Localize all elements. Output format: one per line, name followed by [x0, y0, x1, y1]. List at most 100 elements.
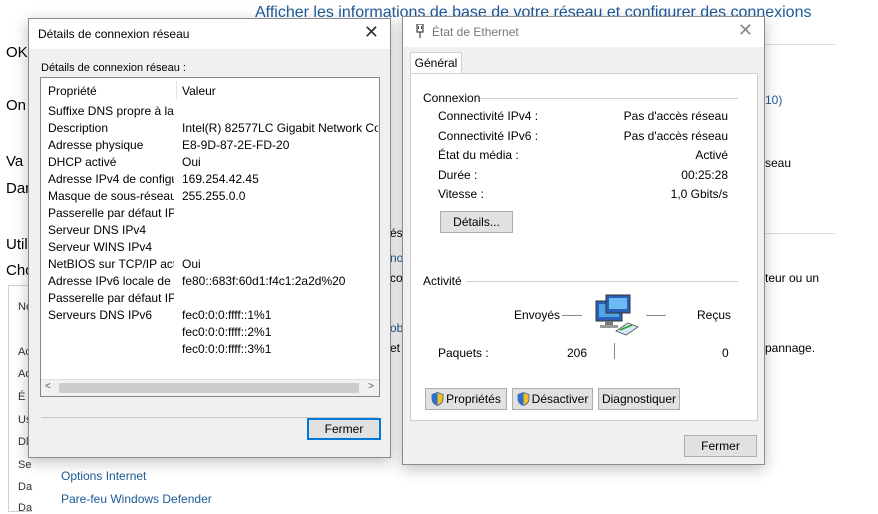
listview-row[interactable]: fec0:0:0:ffff::3%1: [41, 342, 378, 359]
listview-row[interactable]: Serveurs DNS IPv6 fec0:0:0:ffff::1%1: [41, 308, 378, 325]
row-property: Adresse IPv6 locale de li...: [48, 274, 174, 288]
sent-label: Envoyés: [514, 308, 561, 322]
listview-row[interactable]: Passerelle par défaut IPv4: [41, 206, 378, 223]
listview-row[interactable]: Passerelle par défaut IPv6: [41, 291, 378, 308]
row-value: Intel(R) 82577LC Gigabit Network Connec: [182, 121, 378, 135]
group-label: Détails de connexion réseau :: [41, 62, 186, 74]
side-text: Dar: [6, 180, 31, 197]
row-property: Serveurs DNS IPv6: [48, 308, 153, 322]
disable-button[interactable]: Désactiver: [512, 388, 593, 410]
partial-link[interactable]: 10): [765, 93, 782, 107]
row-value: E8-9D-87-2E-FD-20: [182, 138, 290, 152]
row-value: fec0:0:0:ffff::2%1: [182, 325, 272, 339]
ipv6-label: Connectivité IPv6 :: [438, 129, 539, 143]
horizontal-scrollbar[interactable]: < >: [41, 379, 379, 396]
group-divider: [466, 281, 738, 282]
side-text: On: [6, 97, 27, 114]
packets-received-value: 0: [722, 346, 729, 360]
uac-shield-icon: [517, 392, 530, 406]
activity-group-label: Activité: [423, 274, 462, 288]
listview-row[interactable]: DHCP activé Oui: [41, 155, 378, 172]
column-header-value[interactable]: Valeur: [182, 84, 216, 98]
partial-text: seau: [765, 156, 792, 170]
received-label: Reçus: [697, 308, 732, 322]
firewall-link[interactable]: Pare-feu Windows Defender: [61, 492, 212, 506]
side-text: OK: [6, 44, 28, 61]
listview-row[interactable]: Description Intel(R) 82577LC Gigabit Netw…: [41, 121, 378, 138]
scrollbar-thumb[interactable]: [59, 383, 359, 393]
properties-button[interactable]: Propriétés: [425, 388, 507, 410]
side-list-item: Da: [18, 502, 33, 514]
network-computers-icon: [594, 293, 642, 342]
close-icon[interactable]: ✕: [738, 21, 753, 39]
details-button[interactable]: Détails...: [440, 211, 513, 233]
row-property: Description: [48, 121, 109, 135]
divider: [765, 44, 835, 45]
disable-label: Désactiver: [531, 392, 589, 406]
row-property: Passerelle par défaut IPv4: [48, 206, 174, 220]
side-text: Va: [6, 153, 24, 170]
scroll-right-icon[interactable]: >: [368, 381, 374, 392]
row-property: Serveur DNS IPv4: [48, 223, 147, 237]
received-line: [646, 315, 666, 316]
side-list-item: Dl: [18, 436, 29, 448]
row-value: fe80::683f:60d1:f4c1:2a2d%20: [182, 274, 346, 288]
packets-divider: [614, 343, 615, 359]
divider: [765, 233, 835, 234]
column-header-property[interactable]: Propriété: [48, 84, 97, 98]
listview-row[interactable]: Adresse IPv4 de configu... 169.254.42.45: [41, 172, 378, 189]
listview-row[interactable]: Serveur WINS IPv4: [41, 240, 378, 257]
column-divider[interactable]: [176, 81, 177, 99]
speed-value: 1,0 Gbits/s: [670, 187, 728, 201]
details-listview[interactable]: Propriété Valeur Suffixe DNS propre à la…: [40, 77, 380, 397]
ipv4-value: Pas d'accès réseau: [623, 109, 728, 123]
listview-row[interactable]: Adresse IPv6 locale de li... fe80::683f:6…: [41, 274, 378, 291]
connection-group-label: Connexion: [423, 91, 481, 105]
packets-label: Paquets :: [438, 346, 489, 360]
scroll-left-icon[interactable]: <: [45, 381, 51, 392]
listview-row[interactable]: Suffixe DNS propre à la ...: [41, 104, 378, 121]
sent-line: [562, 315, 582, 316]
row-value: 169.254.42.45: [182, 172, 259, 186]
window-title: Détails de connexion réseau: [38, 27, 190, 41]
internet-options-link[interactable]: Options Internet: [61, 469, 146, 483]
row-value: Oui: [182, 257, 201, 271]
row-property: Masque de sous-réseau ...: [48, 189, 174, 203]
row-value: Oui: [182, 155, 201, 169]
media-state-value: Activé: [695, 148, 728, 162]
group-divider: [480, 98, 738, 99]
listview-row[interactable]: fec0:0:0:ffff::2%1: [41, 325, 378, 342]
close-button[interactable]: Fermer: [684, 435, 757, 457]
listview-row[interactable]: Masque de sous-réseau ... 255.255.0.0: [41, 189, 378, 206]
ipv6-value: Pas d'accès réseau: [623, 129, 728, 143]
partial-text: co: [390, 271, 403, 285]
uac-shield-icon: [431, 392, 444, 406]
listview-row[interactable]: Adresse physique E8-9D-87-2E-FD-20: [41, 138, 378, 155]
tab-panel: [410, 73, 758, 421]
listview-row[interactable]: NetBIOS sur TCP/IP act... Oui: [41, 257, 378, 274]
close-icon[interactable]: ✕: [364, 23, 379, 41]
title-bar: État de Ethernet ✕: [403, 17, 764, 47]
properties-label: Propriétés: [446, 392, 501, 406]
row-property: DHCP activé: [48, 155, 117, 169]
row-value: fec0:0:0:ffff::3%1: [182, 342, 272, 356]
window-title: État de Ethernet: [432, 25, 519, 39]
title-bar: Détails de connexion réseau ✕: [29, 19, 390, 49]
row-property: NetBIOS sur TCP/IP act...: [48, 257, 174, 271]
diagnose-button[interactable]: Diagnostiquer: [598, 388, 680, 410]
row-property: Adresse physique: [48, 138, 144, 152]
duration-value: 00:25:28: [681, 168, 728, 182]
tab-general[interactable]: Général: [410, 52, 462, 74]
side-text: Util: [6, 236, 28, 253]
row-property: Adresse IPv4 de configu...: [48, 172, 174, 186]
close-button[interactable]: Fermer: [307, 418, 381, 440]
packets-sent-value: 206: [567, 346, 588, 360]
listview-row[interactable]: Serveur DNS IPv4: [41, 223, 378, 240]
media-state-label: État du média :: [438, 148, 519, 162]
speed-label: Vitesse :: [438, 187, 484, 201]
row-property: Passerelle par défaut IPv6: [48, 291, 174, 305]
partial-text: teur ou un: [765, 271, 820, 285]
row-property: Suffixe DNS propre à la ...: [48, 104, 174, 118]
network-adapter-icon: [415, 23, 425, 41]
side-list-item: Se: [18, 459, 32, 471]
